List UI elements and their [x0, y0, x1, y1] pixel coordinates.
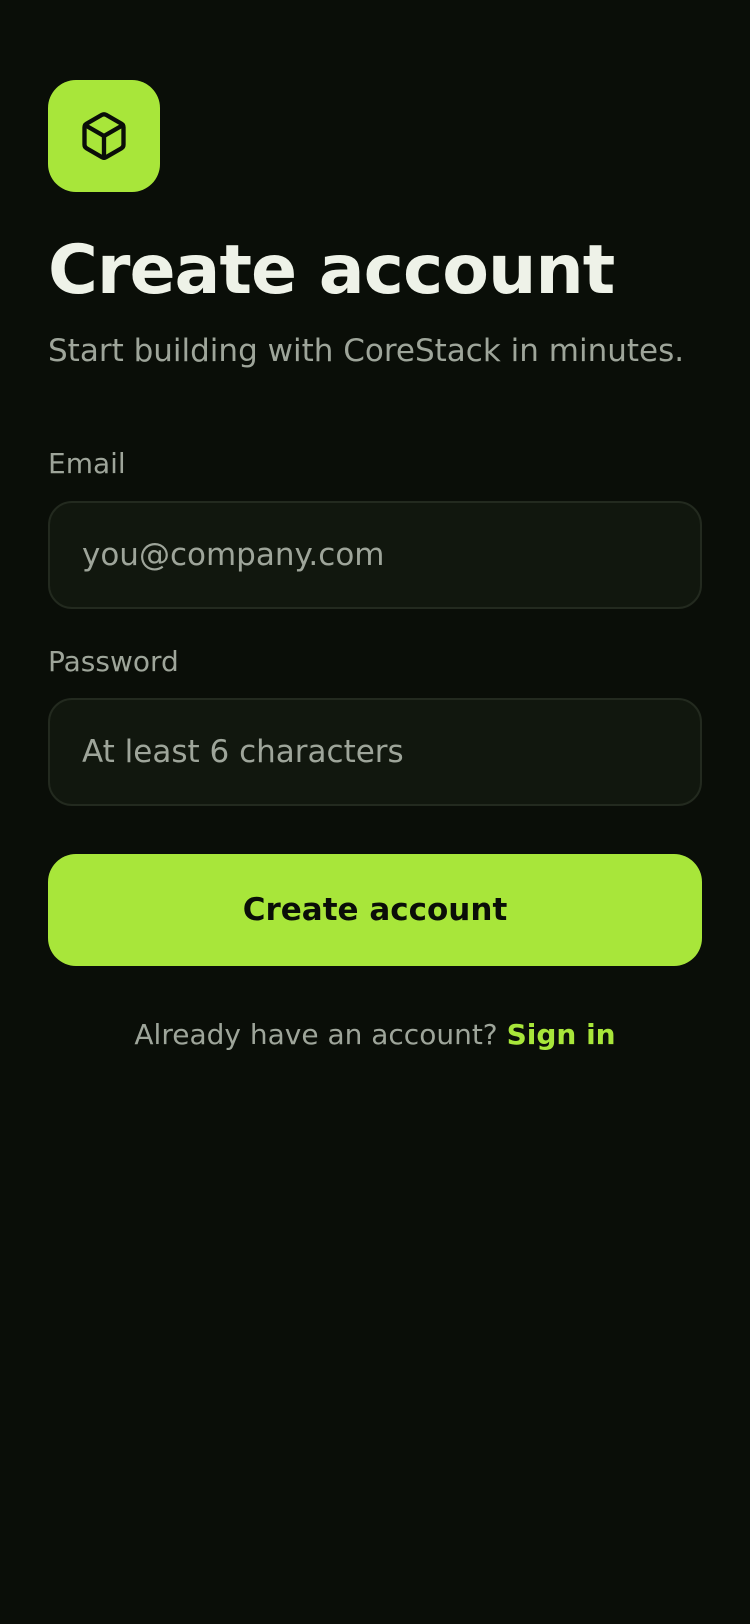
password-field[interactable] [48, 698, 702, 807]
cube-icon [82, 112, 126, 161]
app-logo [48, 80, 160, 192]
signup-screen: Create account Start building with CoreS… [0, 0, 750, 1624]
password-label: Password [48, 644, 179, 678]
page-subtitle: Start building with CoreStack in minutes… [48, 332, 685, 369]
signin-prompt: Already have an account? Sign in [48, 1018, 702, 1051]
page-title: Create account [48, 231, 615, 310]
signin-prompt-text: Already have an account? [134, 1018, 498, 1052]
email-label: Email [48, 447, 126, 481]
sign-in-link[interactable]: Sign in [507, 1018, 616, 1051]
create-account-button[interactable]: Create account [48, 854, 702, 967]
email-field[interactable] [48, 500, 702, 609]
